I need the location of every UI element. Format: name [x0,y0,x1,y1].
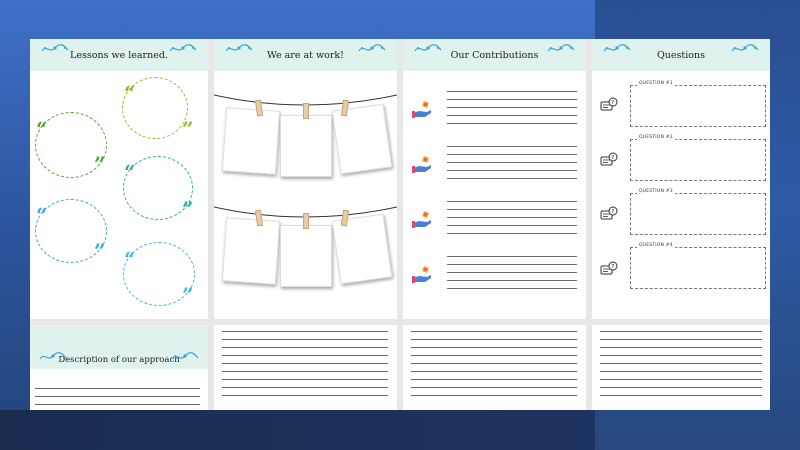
hand-giving-icon [412,211,431,228]
ornament-swirl-icon [731,44,759,52]
approach-title: Description of our approach [58,355,180,365]
quote-mark-icon: ” [182,197,194,221]
ornament-swirl-icon [414,44,442,52]
contributions-title: Our Contributions [450,49,539,61]
quote-mark-icon: “ [124,81,136,105]
question-label: QUESTION #1 [637,81,675,86]
approach-lines[interactable] [35,388,200,405]
chat-question-icon: ? [600,152,618,166]
quote-mark-icon: “ [124,247,136,271]
question-box-1[interactable]: QUESTION #1 [630,81,766,127]
question-label: QUESTION #2 [637,135,675,140]
contribution-note-lines[interactable] [411,331,577,396]
chat-question-icon: ? [600,206,618,220]
svg-text:?: ? [611,209,614,215]
svg-text:?: ? [611,100,614,106]
hand-giving-icon [412,101,431,118]
photo-frame[interactable] [221,107,281,175]
question-label: QUESTION #4 [637,243,675,248]
photo-frame[interactable] [280,115,332,177]
ornament-swirl-icon [603,44,631,52]
question-notes-panel [592,325,770,410]
work-panel: We are at work! [214,39,397,319]
work-note-lines[interactable] [222,331,388,396]
question-label: QUESTION #3 [637,189,675,194]
chat-question-icon: ? [600,261,618,275]
lessons-panel: Lessons we learned. “ ” “ ” “ ” “ ” “ ” [30,39,208,319]
contribution-lines-1[interactable] [447,91,577,124]
quote-mark-icon: ” [182,117,194,141]
hand-giving-icon [412,266,431,283]
contribution-notes-panel [403,325,586,410]
svg-text:?: ? [611,155,614,161]
work-title: We are at work! [267,49,344,61]
ornament-swirl-icon [358,44,386,52]
ornament-swirl-icon [169,44,197,52]
contribution-lines-2[interactable] [447,146,577,179]
quote-mark-icon: “ [36,203,48,227]
photo-frame[interactable] [221,217,281,285]
questions-title: Questions [657,49,705,61]
contributions-header: Our Contributions [403,39,586,71]
quote-mark-icon: ” [94,239,106,263]
ornament-swirl-icon [225,44,253,52]
questions-panel: Questions ? QUESTION #1 ? QUESTION #2 ? … [592,39,770,319]
contribution-lines-4[interactable] [447,256,577,289]
quote-mark-icon: “ [124,160,136,184]
contributions-panel: Our Contributions [403,39,586,319]
quote-mark-icon: “ [36,117,48,141]
chat-question-icon: ? [600,97,618,111]
question-note-lines[interactable] [600,331,762,396]
ornament-swirl-icon [171,352,199,360]
contribution-lines-3[interactable] [447,201,577,234]
lessons-title: Lessons we learned. [70,49,168,61]
question-box-2[interactable]: QUESTION #2 [630,135,766,181]
clothespin-icon [303,103,309,119]
approach-panel: Description of our approach [30,325,208,410]
question-box-3[interactable]: QUESTION #3 [630,189,766,235]
hand-giving-icon [412,156,431,173]
ornament-swirl-icon [39,352,67,360]
svg-text:?: ? [611,264,614,270]
quote-mark-icon: ” [94,152,106,176]
quote-mark-icon: ” [182,283,194,307]
background-bottom [0,410,595,450]
work-notes-panel [214,325,397,410]
ornament-swirl-icon [41,44,69,52]
questions-header: Questions [592,39,770,71]
clothespin-icon [303,213,309,229]
approach-header: Description of our approach [30,325,208,369]
worksheet-board: Lessons we learned. “ ” “ ” “ ” “ ” “ ” … [30,39,770,410]
work-header: We are at work! [214,39,397,71]
question-box-4[interactable]: QUESTION #4 [630,243,766,289]
photo-frame[interactable] [280,225,332,287]
lessons-header: Lessons we learned. [30,39,208,71]
ornament-swirl-icon [547,44,575,52]
